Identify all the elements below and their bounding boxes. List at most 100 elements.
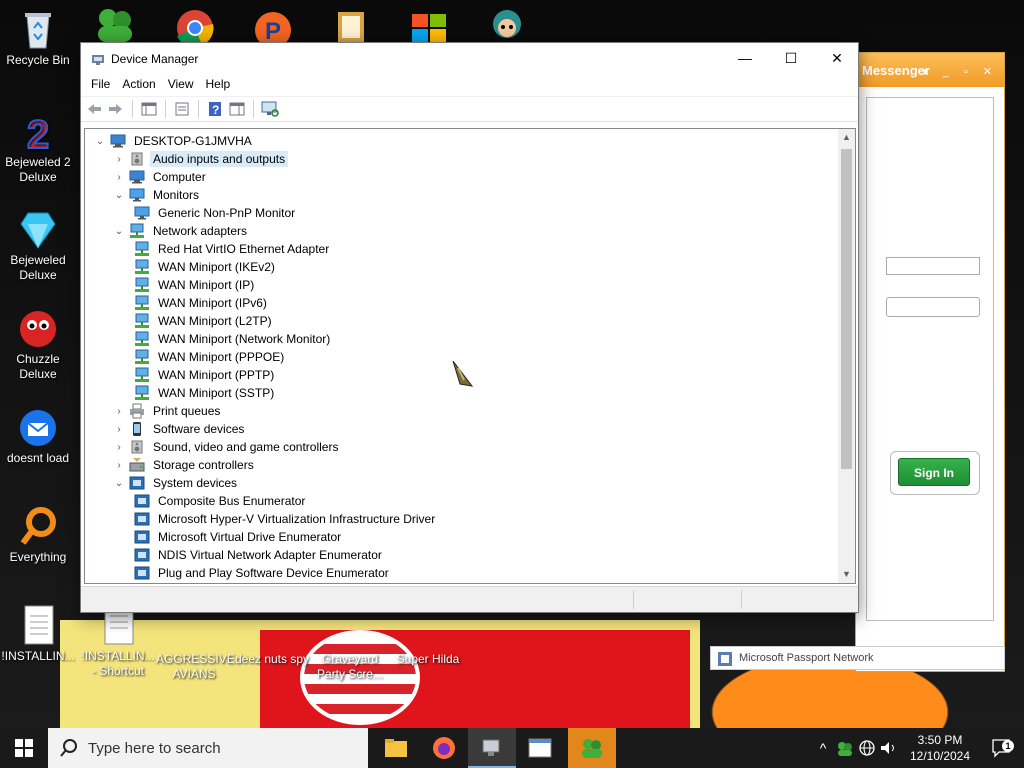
- desktop-icon-green-people[interactable]: [92, 6, 138, 42]
- scrollbar-thumb[interactable]: [841, 149, 852, 469]
- expand-chevron-icon[interactable]: ›: [112, 404, 126, 418]
- desktop-icon-everything[interactable]: Everything: [0, 505, 76, 565]
- device-manager-titlebar[interactable]: Device Manager — ☐ ✕: [81, 43, 858, 74]
- device-tree-item[interactable]: NDIS Virtual Network Adapter Enumerator: [85, 546, 837, 564]
- action-pane-button[interactable]: [228, 100, 246, 118]
- svg-text:P: P: [265, 18, 281, 42]
- menu-help[interactable]: Help: [200, 74, 237, 96]
- expand-chevron-icon[interactable]: ›: [112, 422, 126, 436]
- device-tree-item[interactable]: ⌄ Network adapters: [85, 222, 837, 240]
- taskbar-file-explorer[interactable]: [372, 728, 420, 768]
- device-tree-item[interactable]: Generic Non-PnP Monitor: [85, 204, 837, 222]
- back-button[interactable]: [85, 100, 103, 118]
- device-tree-item[interactable]: Plug and Play Software Device Enumerator: [85, 564, 837, 582]
- device-tree-item[interactable]: › Software devices: [85, 420, 837, 438]
- network-icon: [134, 313, 150, 329]
- device-tree-item[interactable]: › Audio inputs and outputs: [85, 150, 837, 168]
- menu-action[interactable]: Action: [116, 74, 161, 96]
- device-tree-item[interactable]: WAN Miniport (IP): [85, 276, 837, 294]
- messenger-window[interactable]: Messenger ▾ _ ▫ ✕ Sign In: [855, 52, 1005, 672]
- windows-start-icon: [15, 739, 33, 757]
- show-hide-console-tree-button[interactable]: [140, 100, 158, 118]
- help-button[interactable]: ?: [206, 100, 224, 118]
- back-arrow-icon: [88, 104, 101, 114]
- desktop-icon-chrome[interactable]: [172, 6, 218, 48]
- expand-chevron-icon[interactable]: ›: [112, 440, 126, 454]
- taskbar-firefox[interactable]: [420, 728, 468, 768]
- device-tree[interactable]: ⌄ DESKTOP-G1JMVHA › Audio inputs and output…: [84, 128, 856, 584]
- device-tree-item[interactable]: WAN Miniport (IPv6): [85, 294, 837, 312]
- device-tree-item[interactable]: Microsoft Virtual Drive Enumerator: [85, 528, 837, 546]
- desktop-icon-installing[interactable]: !INSTALLIN...: [0, 604, 76, 664]
- desktop-icon-bejeweled[interactable]: Bejeweled Deluxe: [0, 208, 76, 283]
- taskbar-clock[interactable]: 3:50 PM 12/10/2024: [904, 732, 976, 764]
- desktop-icon-chuzzle[interactable]: Chuzzle Deluxe: [0, 307, 76, 382]
- device-tree-item[interactable]: ⌄ DESKTOP-G1JMVHA: [85, 132, 837, 150]
- device-tree-item[interactable]: › Computer: [85, 168, 837, 186]
- desktop-icon-windows[interactable]: [408, 8, 450, 42]
- device-tree-item[interactable]: Composite Bus Enumerator: [85, 492, 837, 510]
- collapse-chevron-icon[interactable]: ⌄: [93, 134, 107, 148]
- show-hidden-icons-chevron-icon[interactable]: ^: [812, 740, 834, 756]
- vertical-scrollbar[interactable]: ▲ ▼: [838, 129, 855, 583]
- desktop-icon-bejeweled2[interactable]: 2 Bejeweled 2 Deluxe: [0, 110, 76, 185]
- minimize-button[interactable]: —: [722, 43, 768, 74]
- device-tree-item[interactable]: › Sound, video and game controllers: [85, 438, 837, 456]
- volume-icon[interactable]: [878, 739, 900, 757]
- clock-time: 3:50 PM: [917, 733, 963, 747]
- device-tree-item-label: Software devices: [153, 422, 245, 436]
- messenger-tray-icon[interactable]: [834, 739, 856, 757]
- collapse-chevron-icon[interactable]: ⌄: [112, 224, 126, 238]
- device-tree-item[interactable]: WAN Miniport (L2TP): [85, 312, 837, 330]
- collapse-chevron-icon[interactable]: ⌄: [112, 476, 126, 490]
- window-app-icon: [528, 738, 552, 758]
- start-button[interactable]: [0, 728, 48, 768]
- network-globe-icon[interactable]: [856, 739, 878, 757]
- menu-file[interactable]: File: [85, 74, 116, 96]
- device-tree-item[interactable]: ⌄ System devices: [85, 474, 837, 492]
- desktop-icon-graveyard-party[interactable]: Graveyard Party Scre...: [312, 652, 388, 682]
- collapse-chevron-icon[interactable]: ⌄: [112, 188, 126, 202]
- device-tree-item[interactable]: Red Hat VirtIO Ethernet Adapter: [85, 240, 837, 258]
- sign-in-button[interactable]: Sign In: [898, 458, 970, 486]
- desktop-icon-doc[interactable]: [334, 8, 368, 42]
- close-button[interactable]: ✕: [814, 43, 860, 74]
- taskbar-device-manager[interactable]: [468, 728, 516, 768]
- menu-view[interactable]: View: [162, 74, 200, 96]
- device-manager-window[interactable]: Device Manager — ☐ ✕ File Action View He…: [80, 42, 859, 613]
- device-tree-item[interactable]: ⌄ Monitors: [85, 186, 837, 204]
- expand-chevron-icon[interactable]: ›: [112, 152, 126, 166]
- desktop-icon-character[interactable]: [484, 6, 530, 42]
- device-tree-item[interactable]: Microsoft Hyper-V Virtualization Infrast…: [85, 510, 837, 528]
- computer-icon: [110, 133, 126, 149]
- scroll-down-arrow[interactable]: ▼: [838, 566, 855, 583]
- desktop-icon-thunderbird[interactable]: doesnt load: [0, 406, 76, 466]
- expand-chevron-icon[interactable]: ›: [112, 170, 126, 184]
- messenger-status-dropdown[interactable]: [886, 257, 980, 275]
- taskbar-app-window[interactable]: [516, 728, 564, 768]
- taskbar-search-box[interactable]: Type here to search: [48, 728, 368, 768]
- device-tree-item[interactable]: › Print queues: [85, 402, 837, 420]
- expand-chevron-icon[interactable]: ›: [112, 458, 126, 472]
- messenger-window-controls[interactable]: ▾ _ ▫ ✕: [922, 65, 998, 78]
- action-center-button[interactable]: 1: [980, 728, 1024, 768]
- device-tree-item[interactable]: › Storage controllers: [85, 456, 837, 474]
- passport-label[interactable]: Microsoft Passport Network: [739, 652, 873, 664]
- network-icon: [134, 385, 150, 401]
- device-tree-item[interactable]: WAN Miniport (IKEv2): [85, 258, 837, 276]
- desktop-icon-p[interactable]: P: [250, 6, 296, 48]
- book-icon: [338, 12, 364, 42]
- desktop-icon-aggressive-avians[interactable]: AGGRESSIVE AVIANS: [156, 652, 235, 682]
- device-tree-item[interactable]: WAN Miniport (Network Monitor): [85, 330, 837, 348]
- scroll-up-arrow[interactable]: ▲: [838, 129, 855, 146]
- desktop-icon-recycle-bin[interactable]: Recycle Bin: [0, 8, 76, 68]
- maximize-button[interactable]: ☐: [768, 43, 814, 74]
- taskbar-messenger[interactable]: [568, 728, 616, 768]
- desktop-icon-deez-nuts-spy[interactable]: deez nuts spy: [234, 652, 310, 667]
- desktop-icon-super-hilda[interactable]: Super Hilda: [390, 652, 466, 667]
- messenger-email-field[interactable]: [886, 297, 980, 317]
- scan-hardware-button[interactable]: [261, 100, 279, 118]
- desktop-icon-installing-shortcut[interactable]: !INSTALLIN... - Shortcut: [80, 604, 156, 679]
- forward-button[interactable]: [107, 100, 125, 118]
- properties-button[interactable]: [173, 100, 191, 118]
